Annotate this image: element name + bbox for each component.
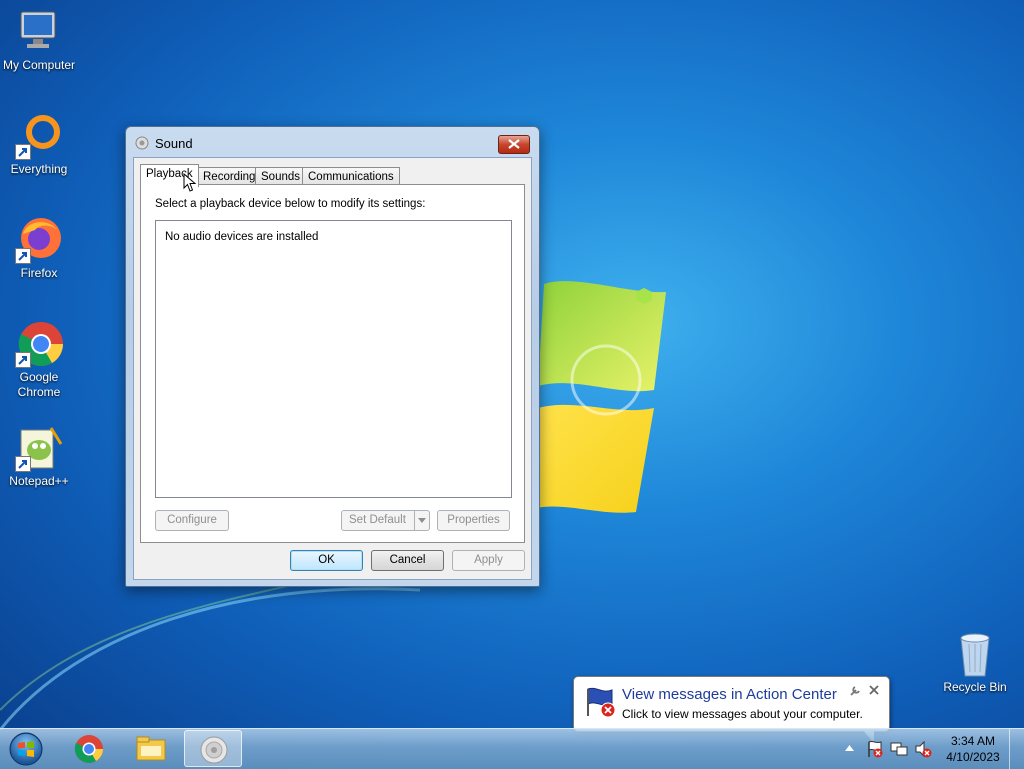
set-default-dropdown[interactable] xyxy=(414,511,429,530)
tab-recording[interactable]: Recording xyxy=(197,167,262,185)
desktop-icon-label: Firefox xyxy=(20,266,58,280)
clock-date: 4/10/2023 xyxy=(946,750,1000,764)
shortcut-arrow-icon xyxy=(15,352,31,368)
taskbar: 3:34 AM 4/10/2023 xyxy=(0,728,1024,769)
balloon-text: Click to view messages about your comput… xyxy=(622,707,863,721)
sound-dialog: Sound Playback Recording Sounds Communic… xyxy=(125,126,540,587)
shortcut-arrow-icon xyxy=(15,456,31,472)
instruction-text: Select a playback device below to modify… xyxy=(155,198,426,210)
explorer-icon xyxy=(136,736,166,761)
tab-sounds[interactable]: Sounds xyxy=(255,167,307,185)
device-list[interactable]: No audio devices are installed xyxy=(155,220,512,498)
set-default-button[interactable]: Set Default xyxy=(341,510,430,531)
cancel-button[interactable]: Cancel xyxy=(371,550,444,571)
start-button[interactable] xyxy=(6,731,46,767)
desktop-icon-label: My Computer xyxy=(2,58,76,72)
wrench-icon[interactable] xyxy=(849,685,861,697)
shortcut-arrow-icon xyxy=(15,248,31,264)
apply-button[interactable]: Apply xyxy=(452,550,525,571)
sound-icon xyxy=(200,736,228,764)
balloon-title: View messages in Action Center xyxy=(622,686,837,703)
desktop-icon-label: Notepad++ xyxy=(9,474,69,488)
desktop-icon-label: Everything xyxy=(10,162,68,176)
everything-icon xyxy=(15,112,63,160)
speaker-icon xyxy=(135,136,149,150)
network-icon[interactable] xyxy=(890,740,908,758)
mouse-cursor-icon xyxy=(183,173,197,192)
desktop-icon-everything[interactable]: Everything xyxy=(0,112,79,177)
balloon-close-icon[interactable] xyxy=(868,684,880,696)
desktop-icon-label: Google Chrome xyxy=(17,370,61,399)
close-button[interactable] xyxy=(498,135,530,154)
desktop-icon-recycle-bin[interactable]: Recycle Bin xyxy=(935,630,1015,695)
taskbar-explorer[interactable] xyxy=(122,730,180,767)
show-desktop-button[interactable] xyxy=(1009,729,1024,769)
dialog-title: Sound xyxy=(155,136,193,151)
close-icon xyxy=(508,139,520,149)
notepadpp-icon xyxy=(15,424,63,472)
playback-panel: Select a playback device below to modify… xyxy=(140,184,525,543)
recycle-bin-icon xyxy=(951,630,999,678)
desktop-icon-firefox[interactable]: Firefox xyxy=(0,216,79,281)
desktop-icon-google-chrome[interactable]: Google Chrome xyxy=(0,320,79,400)
desktop-icon-label: Recycle Bin xyxy=(943,680,1007,694)
firefox-icon xyxy=(15,216,63,264)
system-clock[interactable]: 3:34 AM 4/10/2023 xyxy=(942,733,1004,765)
taskbar-chrome[interactable] xyxy=(60,730,118,767)
clock-time: 3:34 AM xyxy=(950,734,996,748)
empty-device-message: No audio devices are installed xyxy=(165,231,319,243)
action-center-tray-icon[interactable] xyxy=(866,740,884,758)
computer-icon xyxy=(15,8,63,56)
chrome-icon xyxy=(74,735,103,763)
windows-logo-wallpaper xyxy=(536,281,666,513)
ok-button[interactable]: OK xyxy=(290,550,363,571)
desktop-icon-notepadpp[interactable]: Notepad++ xyxy=(0,424,79,489)
taskbar-sound[interactable] xyxy=(184,730,242,767)
action-center-flag-icon xyxy=(587,687,616,718)
set-default-label: Set Default xyxy=(349,514,406,526)
show-hidden-icons-icon[interactable] xyxy=(845,745,854,751)
tab-communications[interactable]: Communications xyxy=(302,167,400,185)
configure-button[interactable]: Configure xyxy=(155,510,229,531)
chevron-down-icon xyxy=(418,518,426,523)
desktop-icon-my-computer[interactable]: My Computer xyxy=(0,8,79,73)
action-center-balloon[interactable]: View messages in Action Center Click to … xyxy=(573,676,890,743)
dialog-client-area: Playback Recording Sounds Communications… xyxy=(133,157,532,580)
dialog-titlebar[interactable]: Sound xyxy=(126,127,539,157)
volume-muted-icon[interactable] xyxy=(914,740,932,758)
properties-button[interactable]: Properties xyxy=(437,510,510,531)
shortcut-arrow-icon xyxy=(15,144,31,160)
chrome-icon xyxy=(15,320,63,368)
